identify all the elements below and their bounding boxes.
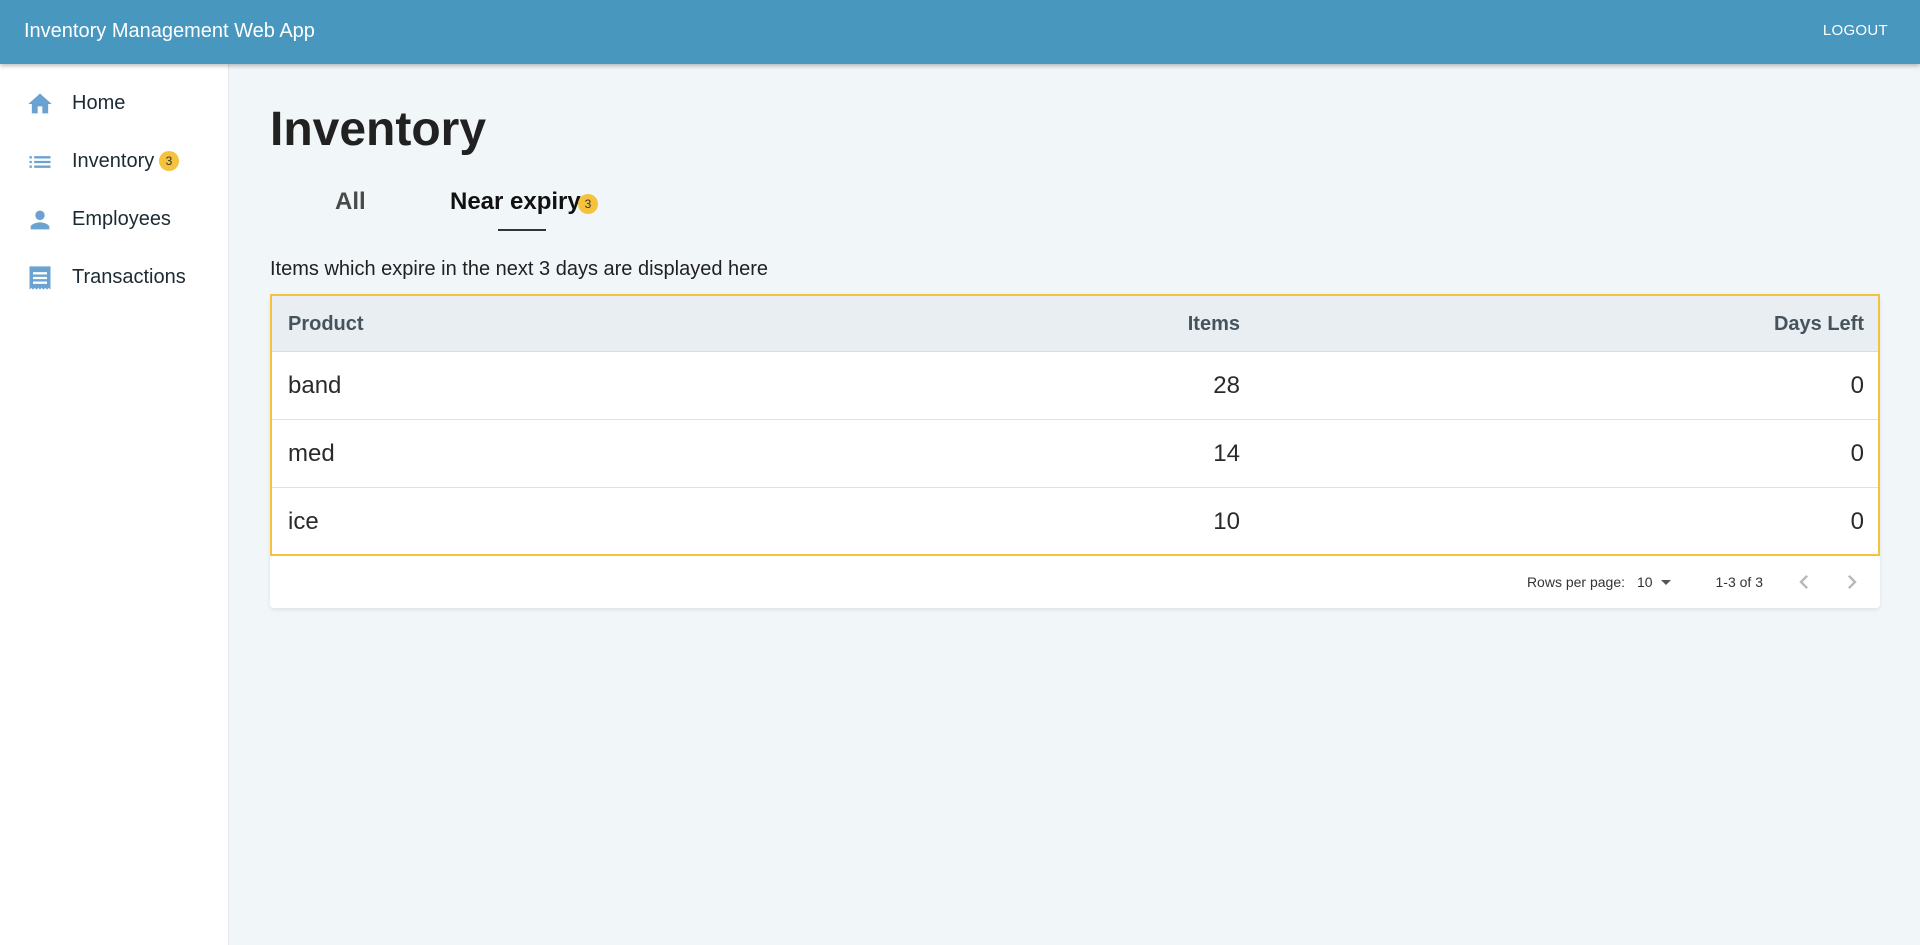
rows-per-page-label: Rows per page: xyxy=(1526,574,1625,590)
table-pagination: Rows per page: 10 1-3 of 3 xyxy=(270,556,1880,608)
table-row[interactable]: med 14 0 xyxy=(272,420,1878,488)
rows-per-page-value: 10 xyxy=(1637,574,1653,590)
sidebar-item-transactions[interactable]: Transactions xyxy=(0,252,228,300)
app-bar: Inventory Management Web App LOGOUT xyxy=(0,0,1920,64)
tab-near-expiry[interactable]: Near expiry xyxy=(450,186,581,218)
sidebar: Home Inventory Employees Transactions xyxy=(0,64,229,945)
person-icon xyxy=(26,206,54,234)
cell-items: 14 xyxy=(1213,440,1240,467)
near-expiry-description: Items which expire in the next 3 days ar… xyxy=(270,258,769,280)
sidebar-item-inventory[interactable]: Inventory xyxy=(0,136,228,184)
sidebar-item-label: Employees xyxy=(72,208,171,230)
column-header-days-left[interactable]: Days Left xyxy=(1774,312,1864,336)
previous-page-button[interactable] xyxy=(1790,568,1818,596)
cell-days-left: 0 xyxy=(1850,372,1864,399)
table-header: Product Items Days Left xyxy=(272,296,1878,352)
sidebar-item-home[interactable]: Home xyxy=(0,78,228,126)
page-range-label: 1-3 of 3 xyxy=(1715,574,1763,590)
logout-button[interactable]: LOGOUT xyxy=(1823,18,1888,44)
cell-days-left: 0 xyxy=(1850,440,1864,467)
caret-down-icon xyxy=(1661,580,1671,585)
sidebar-item-label: Home xyxy=(72,92,126,114)
list-icon xyxy=(26,148,54,176)
inventory-count-badge: 3 xyxy=(159,151,179,171)
receipt-icon xyxy=(26,264,54,292)
chevron-left-icon xyxy=(1799,575,1808,589)
cell-product: band xyxy=(288,372,342,399)
cell-items: 10 xyxy=(1213,508,1240,535)
sidebar-item-employees[interactable]: Employees xyxy=(0,194,228,242)
table-row[interactable]: band 28 0 xyxy=(272,352,1878,420)
column-header-items[interactable]: Items xyxy=(1188,312,1240,336)
inventory-table: Product Items Days Left band 28 0 med 14… xyxy=(270,294,1880,556)
rows-per-page-select[interactable]: 10 xyxy=(1635,570,1675,594)
cell-product: ice xyxy=(288,508,319,535)
tab-all[interactable]: All xyxy=(335,186,366,218)
column-header-product[interactable]: Product xyxy=(288,312,364,336)
inventory-table-card: Product Items Days Left band 28 0 med 14… xyxy=(270,294,1880,608)
cell-items: 28 xyxy=(1213,372,1240,399)
sidebar-item-label: Inventory xyxy=(72,150,155,172)
cell-days-left: 0 xyxy=(1850,508,1864,535)
near-expiry-count-badge: 3 xyxy=(578,194,598,214)
cell-product: med xyxy=(288,440,335,467)
sidebar-item-label: Transactions xyxy=(72,266,186,288)
app-title: Inventory Management Web App xyxy=(24,20,315,42)
chevron-right-icon xyxy=(1848,575,1857,589)
table-row[interactable]: ice 10 0 xyxy=(272,488,1878,554)
page-title: Inventory xyxy=(270,103,487,156)
home-icon xyxy=(26,90,54,118)
active-tab-indicator xyxy=(498,229,546,231)
next-page-button[interactable] xyxy=(1838,568,1866,596)
